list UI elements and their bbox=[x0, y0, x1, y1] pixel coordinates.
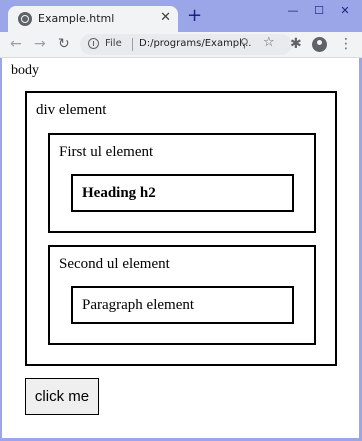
close-tab-icon[interactable]: ✕ bbox=[160, 10, 171, 25]
browser-window: Example.html ✕ + — ☐ ✕ ← → ↻ File D:/pro… bbox=[0, 0, 362, 441]
tab-strip: Example.html ✕ + — ☐ ✕ bbox=[0, 0, 362, 32]
first-ul-label: First ul element bbox=[59, 144, 154, 160]
page-viewport: body div element First ul element Headin… bbox=[2, 58, 359, 438]
paragraph-box: Paragraph element bbox=[71, 286, 294, 324]
tab-example[interactable]: Example.html ✕ bbox=[8, 6, 178, 32]
omnibox-divider bbox=[132, 38, 133, 51]
extensions-icon[interactable]: ✱ bbox=[290, 35, 302, 53]
minimize-button[interactable]: — bbox=[282, 2, 304, 20]
heading-h2-text: Heading h2 bbox=[82, 185, 156, 201]
window-controls: — ☐ ✕ bbox=[278, 2, 356, 20]
forward-icon[interactable]: → bbox=[34, 35, 46, 53]
globe-icon bbox=[18, 12, 32, 26]
new-tab-button[interactable]: + bbox=[187, 7, 202, 25]
tab-title: Example.html bbox=[38, 12, 115, 25]
close-window-button[interactable]: ✕ bbox=[334, 2, 356, 20]
back-icon[interactable]: ← bbox=[10, 35, 22, 53]
zoom-icon[interactable]: ⚲ bbox=[240, 36, 249, 50]
info-icon[interactable] bbox=[88, 38, 99, 49]
paragraph-text: Paragraph element bbox=[82, 297, 195, 313]
scheme-label: File bbox=[105, 38, 122, 49]
second-ul-label: Second ul element bbox=[59, 256, 170, 272]
body-label: body bbox=[11, 63, 39, 78]
div-label: div element bbox=[36, 102, 107, 118]
url-text[interactable]: D:/programs/Exampl... bbox=[139, 38, 251, 49]
second-ul-box: Second ul element Paragraph element bbox=[48, 245, 316, 345]
reload-icon[interactable]: ↻ bbox=[58, 35, 70, 53]
first-ul-box: First ul element Heading h2 bbox=[48, 133, 316, 233]
heading-h2-box: Heading h2 bbox=[71, 174, 294, 212]
div-element-box: div element First ul element Heading h2 … bbox=[25, 91, 337, 366]
browser-toolbar: ← → ↻ File D:/programs/Exampl... ⚲ ☆ ✱ ⋮ bbox=[0, 32, 362, 58]
maximize-button[interactable]: ☐ bbox=[308, 2, 330, 20]
menu-icon[interactable]: ⋮ bbox=[339, 35, 353, 53]
click-me-button[interactable]: click me bbox=[25, 378, 99, 415]
bookmark-star-icon[interactable]: ☆ bbox=[263, 35, 275, 50]
profile-avatar-icon[interactable] bbox=[312, 37, 327, 52]
address-bar[interactable]: File D:/programs/Exampl... ⚲ ☆ bbox=[80, 34, 292, 55]
